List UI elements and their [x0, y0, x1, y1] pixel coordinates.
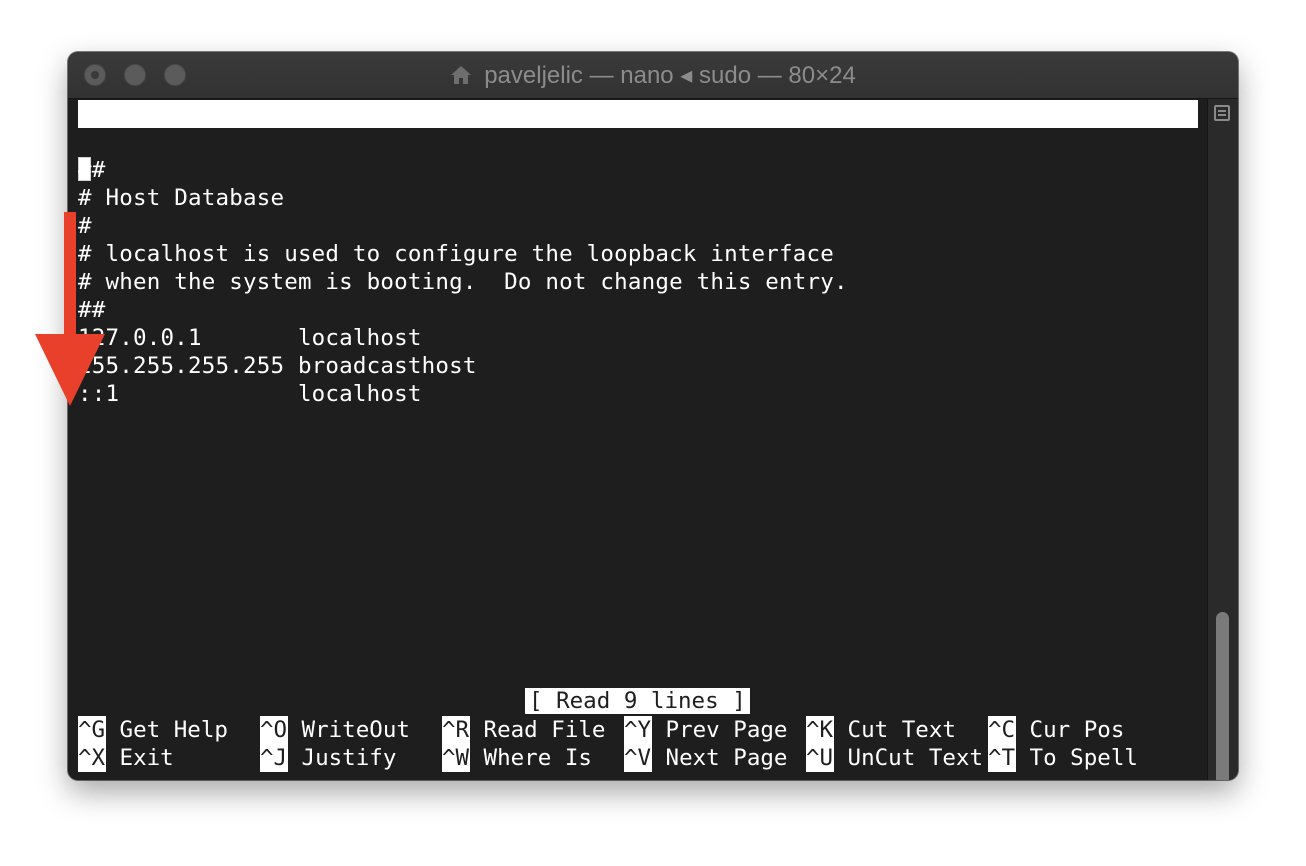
file-line[interactable]: # localhost is used to configure the loo… — [78, 240, 834, 268]
shortcut-key: ^Y — [624, 716, 652, 744]
nano-version: GNU nano 2.0.6 — [106, 129, 296, 155]
nano-header: GNU nano 2.0.6 File: /etc/hosts — [78, 100, 1198, 183]
shortcut-label: UnCut Text — [847, 745, 984, 771]
shortcut-label: Exit — [119, 745, 174, 771]
status-message: [ Read 9 lines ] — [525, 688, 750, 714]
title-bar[interactable]: paveljelic — nano ◂ sudo — 80×24 — [68, 52, 1238, 99]
terminal-content[interactable]: GNU nano 2.0.6 File: /etc/hosts ## # Hos… — [68, 99, 1208, 780]
nano-filename: File: /etc/hosts — [498, 157, 715, 183]
window-title: paveljelic — nano ◂ sudo — 80×24 — [68, 52, 1238, 98]
arrow-down-icon — [35, 212, 105, 406]
shortcut-label: To Spell — [1029, 745, 1138, 771]
terminal-window: paveljelic — nano ◂ sudo — 80×24 GNU nan… — [68, 52, 1238, 780]
shortcut-key: ^O — [260, 716, 288, 744]
file-line[interactable]: # Host Database — [78, 184, 284, 212]
shortcut-key: ^K — [806, 716, 834, 744]
shortcut-where-is[interactable]: ^W Where Is — [442, 744, 592, 772]
shortcut-key: ^V — [624, 744, 652, 772]
shortcut-key: ^W — [442, 744, 470, 772]
shortcut-uncut-text[interactable]: ^U UnCut Text — [806, 744, 983, 772]
split-pane-icon[interactable] — [1214, 105, 1230, 121]
shortcut-label: Cur Pos — [1029, 717, 1125, 743]
window-title-text: paveljelic — nano ◂ sudo — 80×24 — [484, 61, 856, 89]
shortcut-writeout[interactable]: ^O WriteOut — [260, 716, 410, 744]
shortcut-label: Next Page — [665, 745, 788, 771]
file-line[interactable]: 127.0.0.1 localhost — [78, 324, 422, 352]
shortcut-to-spell[interactable]: ^T To Spell — [988, 744, 1138, 772]
home-icon — [451, 66, 472, 84]
shortcut-key: ^X — [78, 744, 106, 772]
file-line[interactable]: # when the system is booting. Do not cha… — [78, 268, 848, 296]
shortcut-label: Cut Text — [847, 717, 956, 743]
shortcut-key: ^T — [988, 744, 1016, 772]
shortcut-key: ^G — [78, 716, 106, 744]
shortcut-label: Prev Page — [665, 717, 788, 743]
shortcut-cut-text[interactable]: ^K Cut Text — [806, 716, 956, 744]
shortcut-label: Read File — [483, 717, 606, 743]
shortcut-cur-pos[interactable]: ^C Cur Pos — [988, 716, 1124, 744]
shortcut-key: ^U — [806, 744, 834, 772]
shortcut-next-page[interactable]: ^V Next Page — [624, 744, 787, 772]
shortcut-exit[interactable]: ^X Exit — [78, 744, 174, 772]
vertical-scrollbar[interactable] — [1207, 99, 1238, 780]
shortcut-label: Where Is — [483, 745, 592, 771]
file-line[interactable]: ## — [78, 156, 106, 184]
shortcut-key: ^R — [442, 716, 470, 744]
shortcut-label: WriteOut — [301, 717, 410, 743]
shortcut-key: ^J — [260, 744, 288, 772]
file-line[interactable]: ::1 localhost — [78, 380, 422, 408]
file-line[interactable]: 255.255.255.255 broadcasthost — [78, 352, 477, 380]
shortcut-get-help[interactable]: ^G Get Help — [78, 716, 228, 744]
shortcut-label: Justify — [301, 745, 397, 771]
shortcut-label: Get Help — [119, 717, 228, 743]
scroll-thumb[interactable] — [1216, 612, 1229, 780]
shortcut-prev-page[interactable]: ^Y Prev Page — [624, 716, 787, 744]
shortcut-read-file[interactable]: ^R Read File — [442, 716, 605, 744]
file-line-text: ## — [78, 157, 106, 183]
shortcut-justify[interactable]: ^J Justify — [260, 744, 396, 772]
shortcut-key: ^C — [988, 716, 1016, 744]
